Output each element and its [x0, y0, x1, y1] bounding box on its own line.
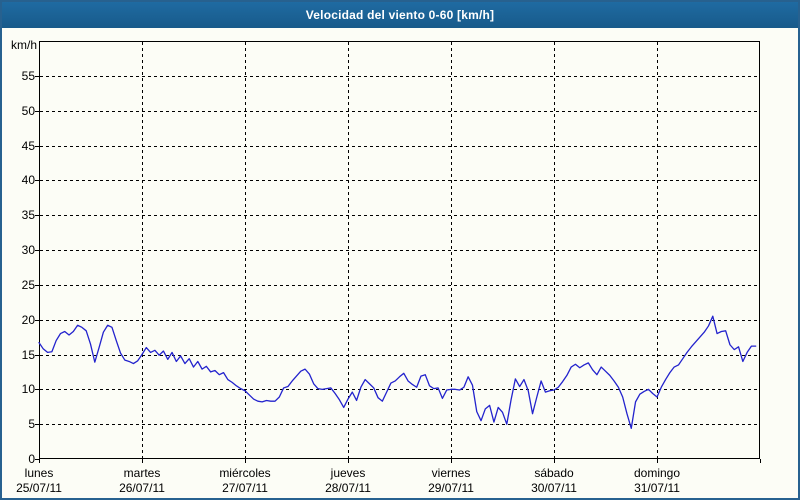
day-date: 30/07/11	[531, 481, 577, 495]
y-tick-label: 10	[21, 382, 35, 397]
y-tick-label: 45	[21, 138, 35, 153]
wind-speed-line	[38, 315, 757, 430]
day-date: 27/07/11	[222, 481, 268, 495]
y-tick-label: 40	[21, 173, 35, 188]
x-day-label: sábado 30/07/11	[504, 466, 604, 496]
y-tick-label: 25	[21, 277, 35, 292]
y-tick-label: 5	[28, 417, 35, 432]
x-day-label: lunes 25/07/11	[2, 466, 89, 496]
x-day-label: miércoles 27/07/11	[195, 466, 295, 496]
window-title-bar: Velocidad del viento 0-60 [km/h]	[2, 2, 798, 28]
y-tick-label: 35	[21, 208, 35, 223]
y-tick-label: 55	[21, 68, 35, 83]
y-tick-label: 15	[21, 347, 35, 362]
chart-canvas	[35, 41, 761, 463]
day-date: 25/07/11	[16, 481, 62, 495]
x-day-label: domingo 31/07/11	[607, 466, 707, 496]
day-date: 31/07/11	[634, 481, 680, 495]
y-tick-label: 30	[21, 243, 35, 257]
day-date: 28/07/11	[325, 481, 371, 495]
window-title: Velocidad del viento 0-60 [km/h]	[305, 8, 495, 22]
app-window: Velocidad del viento 0-60 [km/h] km/h 0 5…	[0, 0, 800, 500]
chart-region: km/h 0 5 10 15 20 25 30 35 40 45 50 55 lunes 25/07/1…	[2, 28, 798, 496]
x-day-label: viernes 29/07/11	[401, 466, 501, 496]
day-name: miércoles	[219, 466, 271, 480]
y-tick-label: 20	[21, 312, 35, 327]
day-date: 29/07/11	[428, 481, 474, 495]
day-name: martes	[123, 466, 161, 480]
x-day-label: martes 26/07/11	[92, 466, 192, 496]
y-tick-label: 50	[21, 103, 35, 118]
y-axis-unit-label: km/h	[10, 38, 37, 52]
y-tick-label: 0	[28, 452, 35, 466]
x-day-label: jueves 28/07/11	[298, 466, 398, 496]
day-name: jueves	[330, 466, 366, 480]
day-name: domingo	[633, 466, 681, 480]
day-name: lunes	[24, 466, 54, 480]
day-date: 26/07/11	[119, 481, 165, 495]
plot-border	[39, 41, 760, 459]
day-name: viernes	[431, 466, 471, 480]
day-name: sábado	[534, 466, 574, 480]
